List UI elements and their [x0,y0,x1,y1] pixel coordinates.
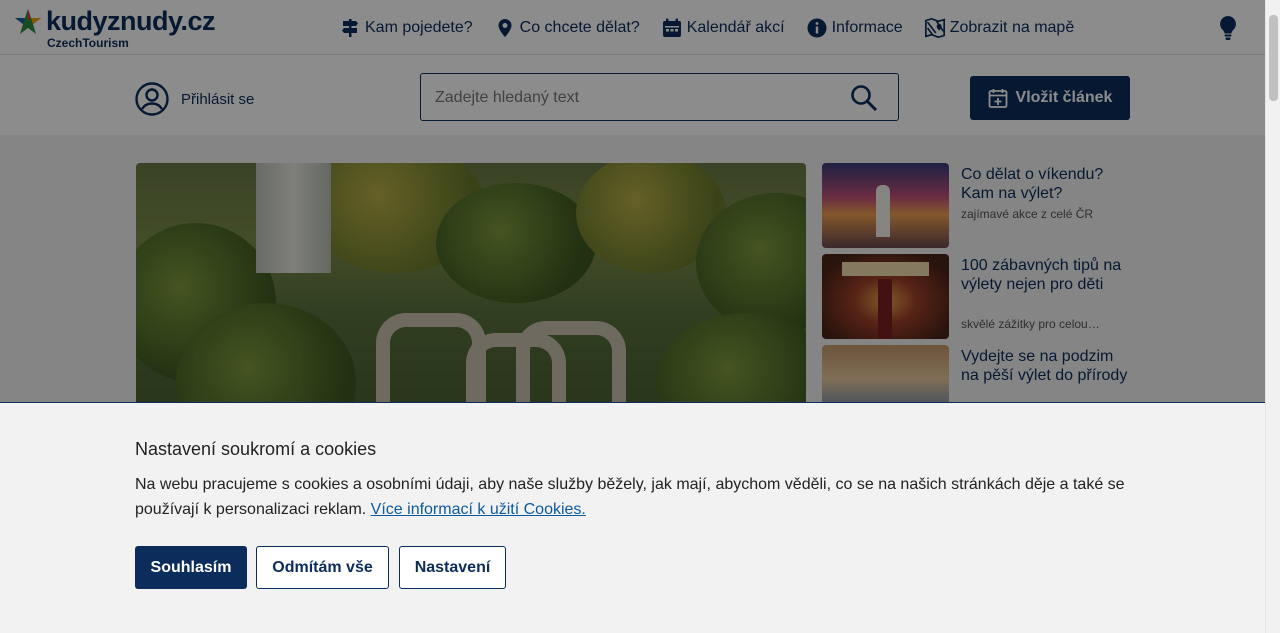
scrollbar-thumb[interactable] [1269,15,1278,101]
page-scrollbar[interactable] [1265,0,1280,633]
reject-cookies-button[interactable]: Odmítám vše [256,546,389,589]
cookie-info-link[interactable]: Více informací k užití Cookies. [371,501,586,518]
cookie-settings-button[interactable]: Nastavení [399,546,506,589]
cookie-title: Nastavení soukromí a cookies [135,439,377,459]
accept-cookies-button[interactable]: Souhlasím [135,546,247,589]
cookie-text: Na webu pracujeme s cookies a osobními ú… [135,472,1125,522]
cookie-consent-banner: Nastavení soukromí a cookies Na webu pra… [0,402,1265,633]
cookie-description: Na webu pracujeme s cookies a osobními ú… [135,476,1125,518]
